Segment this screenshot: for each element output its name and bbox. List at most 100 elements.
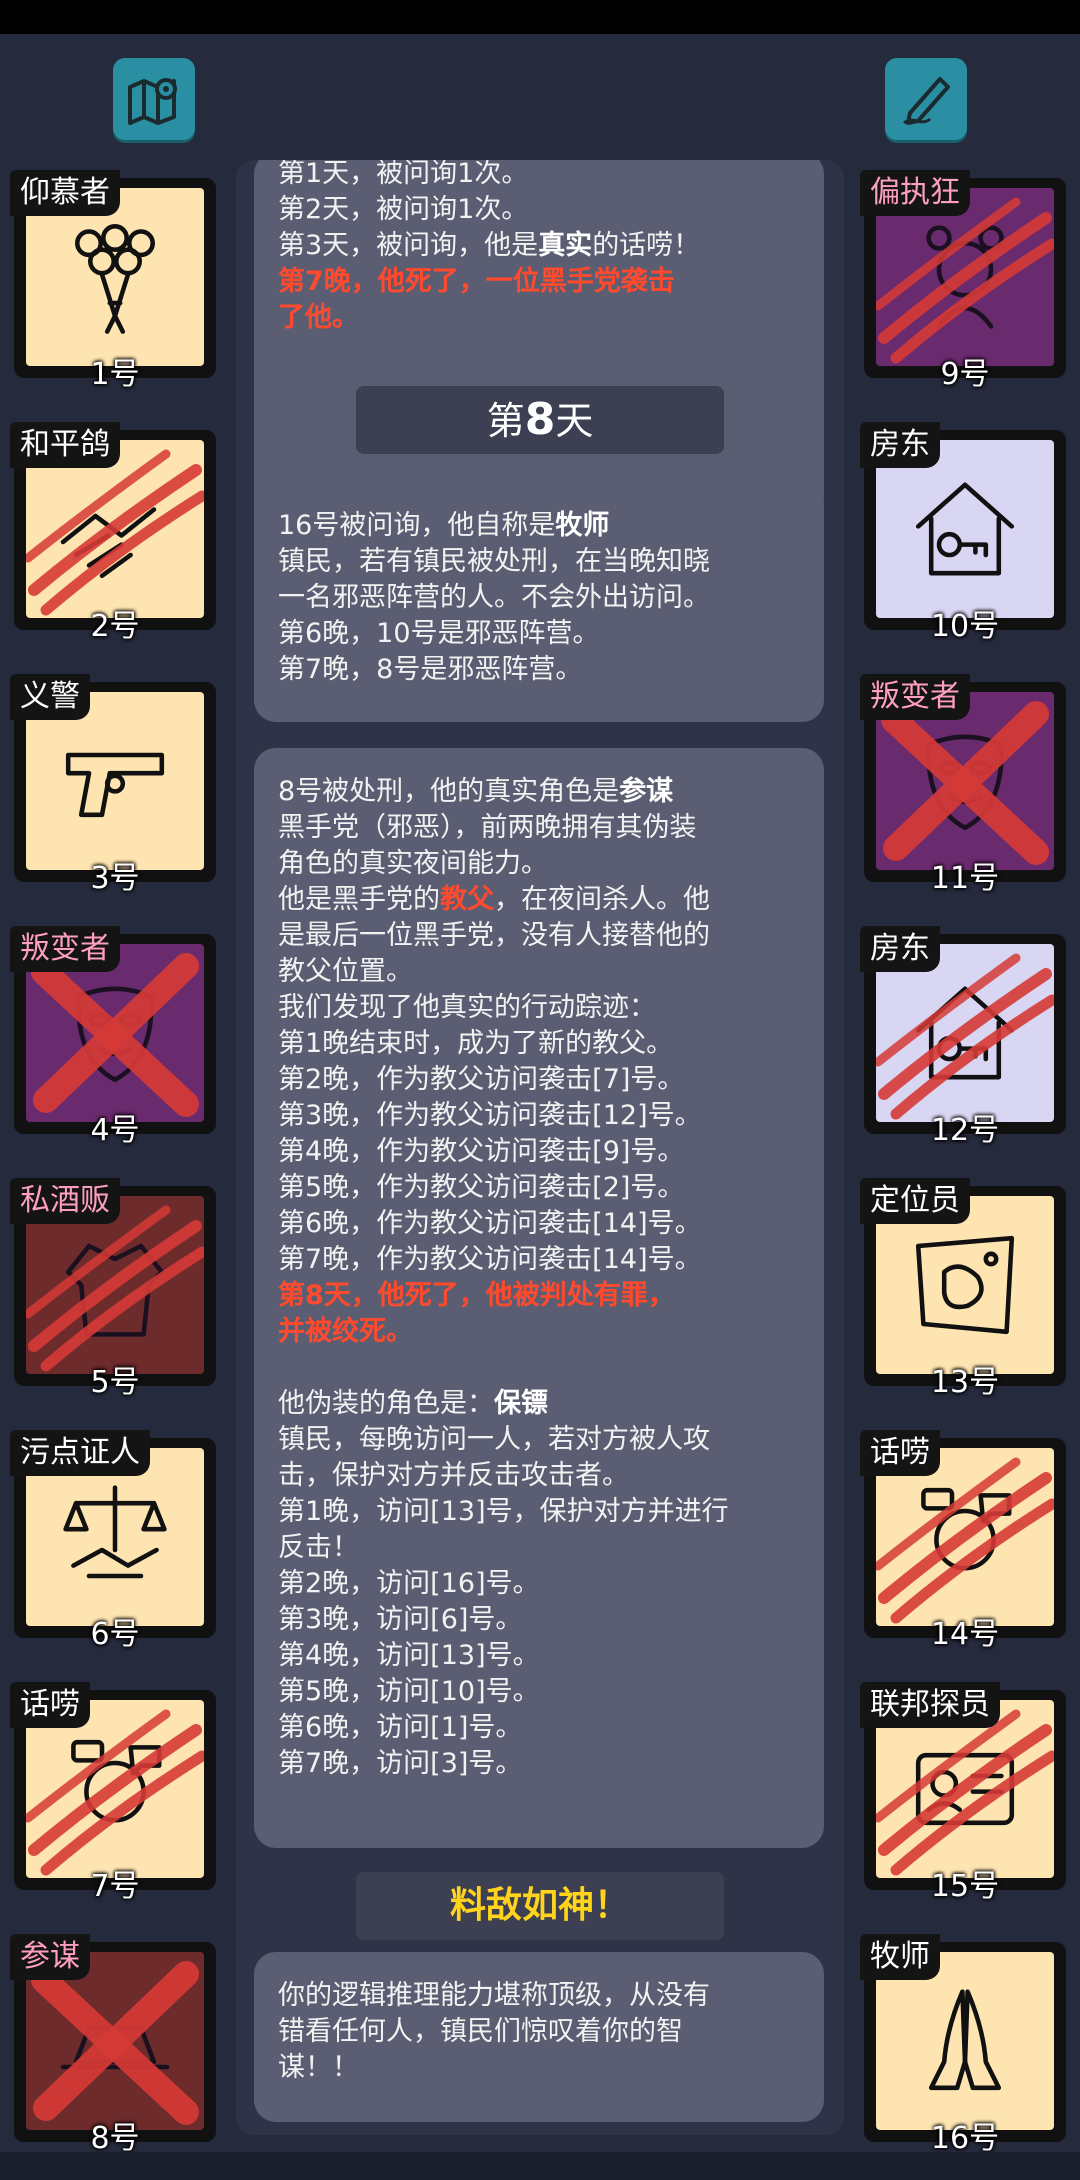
log-line: 第2天，被问询1次。 (278, 194, 529, 225)
log-line: 镇民，每晚访问一人，若对方被人攻 (278, 1424, 710, 1455)
log-line: 他是黑手党的教父，在夜间杀人。他 (278, 884, 710, 915)
log-line-death: 了他。 (278, 302, 359, 333)
log-line: 错看任何人，镇民们惊叹着你的智 (278, 2016, 683, 2047)
map-button[interactable] (113, 58, 195, 140)
praying-hands-icon (928, 1989, 1002, 2091)
player-card[interactable]: 仰慕者 1号 (10, 170, 220, 392)
hat-icon (60, 2025, 170, 2070)
player-number: 11号 (930, 861, 1000, 896)
log-line: 8号被处刑，他的真实角色是参谋 (278, 776, 674, 807)
player-role-label: 偏执狂 (860, 170, 970, 216)
log-line: 他伪装的角色是：保镖 (278, 1388, 548, 1419)
player-number: 9号 (940, 357, 990, 392)
fbi-badge-icon (915, 1752, 1015, 1826)
log-message-execution: 8号被处刑，他的真实角色是参谋 黑手党（邪恶），前两晚拥有其伪装 角色的真实夜间… (254, 748, 824, 1848)
log-line-death: 第8天，他死了，他被判处有罪， (278, 1280, 675, 1311)
player-number: 6号 (90, 1617, 140, 1652)
player-role-label: 污点证人 (10, 1430, 150, 1476)
player-role-label: 房东 (860, 422, 940, 468)
player-role-label: 私酒贩 (10, 1178, 120, 1224)
paranoid-icon (926, 225, 1004, 329)
status-bar (0, 0, 1080, 34)
game-log-panel[interactable]: 第1天，被问询1次。 第2天，被问询1次。 第3天，被问询，他是真实的话唠！ 第… (236, 160, 844, 2135)
player-number: 1号 (90, 357, 140, 392)
log-line: 击，保护对方并反击攻击者。 (278, 1460, 629, 1491)
log-line: 第5晚，作为教父访问袭击[2]号。 (278, 1172, 685, 1203)
navigation-bar (0, 2152, 1080, 2180)
player-card[interactable]: 和平鸽 2号 (10, 422, 220, 644)
player-number: 3号 (90, 861, 140, 896)
player-number: 14号 (930, 1617, 1000, 1652)
scales-handshake-icon (63, 1485, 167, 1579)
player-role-label: 牧师 (860, 1934, 940, 1980)
log-line-death: 第7晚，他死了，一位黑手党袭击 (278, 266, 675, 297)
log-line: 教父位置。 (278, 956, 413, 987)
log-line: 第1晚，访问[13]号，保护对方并进行 (278, 1496, 729, 1527)
log-line: 第7晚，作为教父访问袭击[14]号。 (278, 1244, 702, 1275)
log-line: 第7晚，8号是邪恶阵营。 (278, 654, 583, 685)
map-icon (915, 1235, 1015, 1335)
player-card[interactable]: 定位员 13号 (860, 1178, 1070, 1400)
log-line: 第6晚，作为教父访问袭击[14]号。 (278, 1208, 702, 1239)
log-line: 第3天，被问询，他是真实的话唠！ (278, 230, 701, 261)
mask-icon (926, 734, 1004, 831)
pencil-note-icon (903, 77, 950, 125)
notes-button[interactable] (885, 58, 967, 140)
log-message-interrogation: 16号被问询，他自称是牧师 镇民，若有镇民被处刑，在当晚知晓 一名邪恶阵营的人。… (254, 482, 824, 722)
log-line: 镇民，若有镇民被处刑，在当晚知晓 (278, 546, 710, 577)
log-line: 黑手党（邪恶），前两晚拥有其伪装 (278, 812, 697, 843)
log-message-chatter-death: 第1天，被问询1次。 第2天，被问询1次。 第3天，被问询，他是真实的话唠！ 第… (254, 160, 824, 520)
log-line: 是最后一位黑手党，没有人接替他的 (278, 920, 710, 951)
player-card[interactable]: 房东 12号 (860, 926, 1070, 1148)
player-role-label: 义警 (10, 674, 90, 720)
coat-icon (65, 1243, 165, 1337)
player-card[interactable]: 叛变者 11号 (860, 674, 1070, 896)
player-card[interactable]: 污点证人 6号 (10, 1430, 220, 1652)
player-number: 7号 (90, 1869, 140, 1904)
player-number: 16号 (930, 2121, 1000, 2156)
player-role-label: 定位员 (860, 1178, 970, 1224)
player-number: 4号 (90, 1113, 140, 1148)
player-card[interactable]: 联邦探员 15号 (860, 1682, 1070, 1904)
player-number: 8号 (90, 2121, 140, 2156)
log-line: 16号被问询，他自称是牧师 (278, 510, 610, 541)
log-line: 第3晚，作为教父访问袭击[12]号。 (278, 1100, 702, 1131)
handshake-icon (60, 507, 157, 579)
mask-icon (76, 986, 154, 1083)
log-line: 反击！ (278, 1532, 359, 1563)
log-line-death: 并被绞死。 (278, 1316, 413, 1347)
pistol-icon (65, 752, 165, 818)
player-card[interactable]: 参谋 8号 (10, 1934, 220, 2156)
chatter-icon (71, 1739, 162, 1823)
player-role-label: 叛变者 (860, 674, 970, 720)
log-line: 第2晚，访问[16]号。 (278, 1568, 540, 1599)
player-role-label: 话唠 (10, 1682, 90, 1728)
chatter-icon (921, 1487, 1012, 1571)
player-role-label: 话唠 (860, 1430, 940, 1476)
day-header: 第8天 (356, 386, 724, 454)
player-card[interactable]: 话唠 14号 (860, 1430, 1070, 1652)
player-role-label: 联邦探员 (860, 1682, 1000, 1728)
player-card[interactable]: 话唠 7号 (10, 1682, 220, 1904)
map-pin-icon (128, 78, 177, 125)
log-line: 第5晚，访问[10]号。 (278, 1676, 540, 1707)
log-line: 第6晚，访问[1]号。 (278, 1712, 523, 1743)
bouquet-icon (75, 224, 155, 334)
player-card[interactable]: 义警 3号 (10, 674, 220, 896)
player-role-label: 房东 (860, 926, 940, 972)
player-card[interactable]: 叛变者 4号 (10, 926, 220, 1148)
player-card[interactable]: 私酒贩 5号 (10, 1178, 220, 1400)
player-number: 10号 (930, 609, 1000, 644)
player-number: 5号 (90, 1365, 140, 1400)
log-line: 你的逻辑推理能力堪称顶级，从没有 (278, 1980, 710, 2011)
player-card[interactable]: 房东 10号 (860, 422, 1070, 644)
log-line: 第4晚，作为教父访问袭击[9]号。 (278, 1136, 685, 1167)
house-key-icon (915, 986, 1015, 1080)
log-message-achievement: 你的逻辑推理能力堪称顶级，从没有 错看任何人，镇民们惊叹着你的智 谋！！ (254, 1952, 824, 2122)
log-line: 角色的真实夜间能力。 (278, 848, 548, 879)
player-card[interactable]: 偏执狂 9号 (860, 170, 1070, 392)
log-line: 第1晚结束时，成为了新的教父。 (278, 1028, 674, 1059)
player-card[interactable]: 牧师 16号 (860, 1934, 1070, 2156)
log-line: 谋！！ (278, 2052, 359, 2083)
player-role-label: 参谋 (10, 1934, 90, 1980)
